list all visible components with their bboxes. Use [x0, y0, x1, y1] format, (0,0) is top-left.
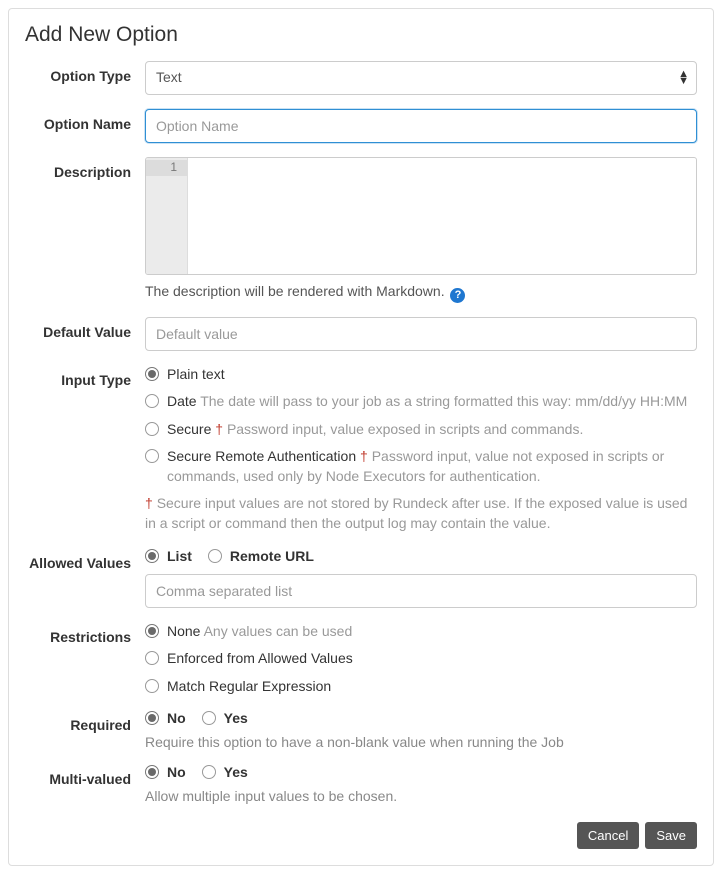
dagger-icon: † — [360, 448, 368, 464]
required-help: Require this option to have a non-blank … — [145, 734, 697, 750]
label-option-type: Option Type — [25, 61, 145, 95]
input-type-plain[interactable]: Plain text — [145, 365, 697, 385]
label-required: Required — [25, 710, 145, 750]
radio-icon[interactable] — [145, 549, 159, 563]
radio-icon[interactable] — [145, 624, 159, 638]
allowed-values-input[interactable] — [145, 574, 697, 608]
radio-icon[interactable] — [145, 367, 159, 381]
save-button[interactable]: Save — [645, 822, 697, 849]
radio-hint: The date will pass to your job as a stri… — [200, 393, 687, 409]
secure-note: † Secure input values are not stored by … — [145, 494, 697, 533]
page-title: Add New Option — [25, 23, 697, 47]
label-multi-valued: Multi-valued — [25, 764, 145, 804]
label-restrictions: Restrictions — [25, 622, 145, 697]
restriction-none[interactable]: None Any values can be used — [145, 622, 697, 642]
allowed-values-remote[interactable]: Remote URL — [208, 548, 314, 564]
row-default-value: Default Value — [25, 317, 697, 351]
default-value-input[interactable] — [145, 317, 697, 351]
radio-icon[interactable] — [145, 422, 159, 436]
row-description: Description 1 The description will be re… — [25, 157, 697, 303]
input-type-secure-remote[interactable]: Secure Remote Authentication † Password … — [145, 447, 697, 486]
multi-valued-yes[interactable]: Yes — [202, 764, 248, 780]
editor-body[interactable] — [188, 158, 696, 274]
radio-label: None — [167, 623, 200, 639]
row-multi-valued: Multi-valued No Yes Allow multiple input… — [25, 764, 697, 804]
radio-icon[interactable] — [145, 679, 159, 693]
row-allowed-values: Allowed Values List Remote URL — [25, 548, 697, 608]
radio-label: Yes — [224, 764, 248, 780]
secure-note-text: Secure input values are not stored by Ru… — [145, 495, 687, 531]
option-type-select[interactable]: Text — [145, 61, 697, 95]
row-option-name: Option Name — [25, 109, 697, 143]
input-type-date[interactable]: Date The date will pass to your job as a… — [145, 392, 697, 412]
radio-icon[interactable] — [202, 765, 216, 779]
add-option-panel: Add New Option Option Type Text ▲▼ Optio… — [8, 8, 714, 866]
radio-icon[interactable] — [145, 394, 159, 408]
allowed-values-list[interactable]: List — [145, 548, 192, 564]
radio-label: Remote URL — [230, 548, 314, 564]
radio-label: Match Regular Expression — [167, 678, 331, 694]
radio-label: Secure — [167, 421, 211, 437]
radio-icon[interactable] — [145, 449, 159, 463]
required-no[interactable]: No — [145, 710, 186, 726]
row-option-type: Option Type Text ▲▼ — [25, 61, 697, 95]
multi-valued-help: Allow multiple input values to be chosen… — [145, 788, 697, 804]
radio-label: No — [167, 710, 186, 726]
radio-icon[interactable] — [145, 711, 159, 725]
label-option-name: Option Name — [25, 109, 145, 143]
row-restrictions: Restrictions None Any values can be used… — [25, 622, 697, 697]
dagger-icon: † — [215, 421, 223, 437]
multi-valued-no[interactable]: No — [145, 764, 186, 780]
radio-hint: Password input, value exposed in scripts… — [227, 421, 583, 437]
label-default-value: Default Value — [25, 317, 145, 351]
label-description: Description — [25, 157, 145, 303]
help-icon[interactable]: ? — [450, 288, 465, 303]
required-yes[interactable]: Yes — [202, 710, 248, 726]
description-help: The description will be rendered with Ma… — [145, 283, 697, 303]
description-editor[interactable]: 1 — [145, 157, 697, 275]
radio-icon[interactable] — [202, 711, 216, 725]
radio-label: List — [167, 548, 192, 564]
row-input-type: Input Type Plain text Date The date will… — [25, 365, 697, 534]
label-input-type: Input Type — [25, 365, 145, 534]
radio-label: No — [167, 764, 186, 780]
input-type-secure[interactable]: Secure † Password input, value exposed i… — [145, 420, 697, 440]
radio-hint: Any values can be used — [204, 623, 353, 639]
label-allowed-values: Allowed Values — [25, 548, 145, 608]
option-name-input[interactable] — [145, 109, 697, 143]
editor-gutter: 1 — [146, 158, 188, 274]
radio-label: Enforced from Allowed Values — [167, 650, 353, 666]
radio-label: Secure Remote Authentication — [167, 448, 356, 464]
restriction-regex[interactable]: Match Regular Expression — [145, 677, 697, 697]
radio-icon[interactable] — [145, 765, 159, 779]
radio-icon[interactable] — [208, 549, 222, 563]
line-number: 1 — [146, 160, 187, 176]
footer-buttons: Cancel Save — [25, 822, 697, 849]
row-required: Required No Yes Require this option to h… — [25, 710, 697, 750]
radio-label: Yes — [224, 710, 248, 726]
restriction-enforced[interactable]: Enforced from Allowed Values — [145, 649, 697, 669]
radio-icon[interactable] — [145, 651, 159, 665]
description-help-text: The description will be rendered with Ma… — [145, 283, 445, 299]
radio-label: Plain text — [167, 366, 225, 382]
radio-label: Date — [167, 393, 197, 409]
dagger-icon: † — [145, 495, 153, 511]
cancel-button[interactable]: Cancel — [577, 822, 639, 849]
